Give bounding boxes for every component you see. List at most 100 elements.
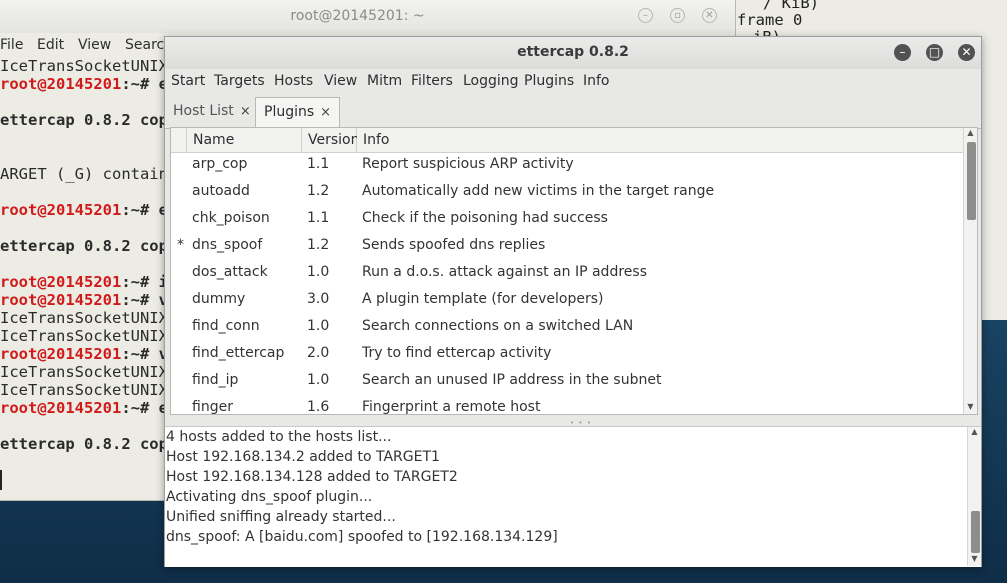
plugin-name: dns_spoof xyxy=(192,237,263,253)
scrollbar-thumb[interactable] xyxy=(967,142,976,220)
terminal-line: ARGET (_G) contain xyxy=(0,165,168,183)
plugin-name: dos_attack xyxy=(192,264,268,280)
plugin-version: 1.6 xyxy=(307,399,330,414)
plugins-scrollbar[interactable]: ▲ ▼ xyxy=(963,128,977,414)
table-row[interactable]: chk_poison 1.1 Check if the poisoning ha… xyxy=(171,207,961,234)
menu-logging[interactable]: Logging xyxy=(463,73,519,89)
plugin-name: find_ip xyxy=(192,372,239,388)
tab-host-list[interactable]: Host List × xyxy=(165,97,259,127)
table-row[interactable]: find_ettercap 2.0 Try to find ettercap a… xyxy=(171,342,961,369)
menu-filters[interactable]: Filters xyxy=(411,73,453,89)
log-scrollbar[interactable]: ▲ ▼ xyxy=(967,427,981,566)
log-line: Host 192.168.134.2 added to TARGET1 xyxy=(166,449,440,465)
plugin-version: 1.1 xyxy=(307,156,330,172)
scrollbar-thumb[interactable] xyxy=(971,511,980,553)
terminal-line: ettercap 0.8.2 copy xyxy=(0,435,178,453)
column-header-info[interactable]: Info xyxy=(357,128,963,153)
column-header-name[interactable]: Name xyxy=(187,128,302,153)
table-row[interactable]: arp_cop 1.1 Report suspicious ARP activi… xyxy=(171,153,961,180)
maximize-icon[interactable]: □ xyxy=(926,44,943,61)
menu-info[interactable]: Info xyxy=(583,73,610,89)
terminal-line: ettercap 0.8.2 copy xyxy=(0,111,178,129)
terminal-line: root@20145201:~# et xyxy=(0,201,178,219)
table-row[interactable]: * dns_spoof 1.2 Sends spoofed dns replie… xyxy=(171,234,961,261)
log-line: Unified sniffing already started... xyxy=(166,509,396,525)
menu-plugins[interactable]: Plugins xyxy=(524,73,574,89)
plugin-info: Report suspicious ARP activity xyxy=(362,156,574,172)
table-row[interactable]: find_conn 1.0 Search connections on a sw… xyxy=(171,315,961,342)
terminal-line: IceTransSocketUNIX xyxy=(0,381,168,399)
plugin-info: Fingerprint a remote host xyxy=(362,399,541,414)
menu-start[interactable]: Start xyxy=(171,73,205,89)
close-tab-icon[interactable]: × xyxy=(320,105,331,120)
terminal-line: IceTransSocketUNIX xyxy=(0,309,168,327)
plugin-version: 3.0 xyxy=(307,291,330,307)
tab-label: Plugins xyxy=(264,104,315,120)
log-line: Activating dns_spoof plugin... xyxy=(166,489,373,505)
terminal-line: root@20145201:~# vi xyxy=(0,291,178,309)
scroll-up-icon[interactable]: ▲ xyxy=(968,427,981,436)
plugin-active-mark: * xyxy=(177,237,184,253)
terminal-line: IceTransSocketUNIX xyxy=(0,327,168,345)
plugin-version: 1.2 xyxy=(307,183,330,199)
ettercap-menubar: Start Targets Hosts View Mitm Filters Lo… xyxy=(165,69,981,95)
terminal-line: ettercap 0.8.2 copy xyxy=(0,237,178,255)
plugin-info: Automatically add new victims in the tar… xyxy=(362,183,715,199)
log-output[interactable]: 4 hosts added to the hosts list... Host … xyxy=(165,426,981,567)
plugin-info: Search an unused IP address in the subne… xyxy=(362,372,662,388)
terminal-line: root@20145201:~# vi xyxy=(0,345,178,363)
plugin-name: chk_poison xyxy=(192,210,270,226)
scroll-up-icon[interactable]: ▲ xyxy=(964,128,977,137)
terminal-line: root@20145201:~# et xyxy=(0,399,178,417)
plugin-name: finger xyxy=(192,399,233,414)
tab-bar: Host List × Plugins × xyxy=(165,97,981,129)
plugin-name: autoadd xyxy=(192,183,250,199)
plugin-info: Run a d.o.s. attack against an IP addres… xyxy=(362,264,647,280)
plugin-version: 2.0 xyxy=(307,345,330,361)
terminal-line: IceTransSocketUNIX xyxy=(0,363,168,381)
menu-hosts[interactable]: Hosts xyxy=(274,73,313,89)
plugin-version: 1.0 xyxy=(307,264,330,280)
terminal-line: IceTransSocketUNIX xyxy=(0,57,168,75)
ettercap-title: ettercap 0.8.2 xyxy=(517,44,629,60)
plugin-version: 1.0 xyxy=(307,318,330,334)
menu-mitm[interactable]: Mitm xyxy=(367,73,402,89)
menu-view[interactable]: View xyxy=(324,73,357,89)
menu-targets[interactable]: Targets xyxy=(214,73,265,89)
background-text-2: frame 0 xyxy=(737,11,803,29)
plugin-info: Check if the poisoning had success xyxy=(362,210,608,226)
plugin-version: 1.0 xyxy=(307,372,330,388)
minimize-icon[interactable]: – xyxy=(894,44,911,61)
plugin-name: dummy xyxy=(192,291,246,307)
close-tab-icon[interactable]: × xyxy=(240,104,251,119)
ettercap-titlebar[interactable]: ettercap 0.8.2 – □ ✕ xyxy=(165,37,981,69)
pane-splitter[interactable]: • • • xyxy=(165,418,981,427)
log-line: 4 hosts added to the hosts list... xyxy=(166,429,392,445)
log-line: Host 192.168.134.128 added to TARGET2 xyxy=(166,469,458,485)
plugin-info: Sends spoofed dns replies xyxy=(362,237,546,253)
plugins-table: Name Version Info arp_cop 1.1 Report sus… xyxy=(170,127,978,415)
terminal-line: root@20145201:~# if xyxy=(0,273,178,291)
plugin-name: find_conn xyxy=(192,318,260,334)
plugin-version: 1.2 xyxy=(307,237,330,253)
table-row[interactable]: dummy 3.0 A plugin template (for develop… xyxy=(171,288,961,315)
plugin-name: arp_cop xyxy=(192,156,248,172)
tab-plugins[interactable]: Plugins × xyxy=(255,97,341,129)
plugin-info: A plugin template (for developers) xyxy=(362,291,604,307)
scroll-down-icon[interactable]: ▼ xyxy=(968,554,981,563)
ettercap-window: ettercap 0.8.2 – □ ✕ Start Targets Hosts… xyxy=(164,36,982,567)
plugin-name: find_ettercap xyxy=(192,345,285,361)
terminal-line: root@20145201:~# et xyxy=(0,75,178,93)
plugin-info: Search connections on a switched LAN xyxy=(362,318,634,334)
terminal-cursor xyxy=(0,470,2,490)
table-row[interactable]: finger 1.6 Fingerprint a remote host xyxy=(171,396,961,414)
column-header-version[interactable]: Version xyxy=(302,128,359,153)
table-row[interactable]: autoadd 1.2 Automatically add new victim… xyxy=(171,180,961,207)
plugin-version: 1.1 xyxy=(307,210,330,226)
table-row[interactable]: find_ip 1.0 Search an unused IP address … xyxy=(171,369,961,396)
scroll-down-icon[interactable]: ▼ xyxy=(964,402,977,411)
column-header-mark[interactable] xyxy=(171,128,187,153)
close-icon[interactable]: ✕ xyxy=(958,44,975,61)
tab-label: Host List xyxy=(173,103,234,119)
table-row[interactable]: dos_attack 1.0 Run a d.o.s. attack again… xyxy=(171,261,961,288)
